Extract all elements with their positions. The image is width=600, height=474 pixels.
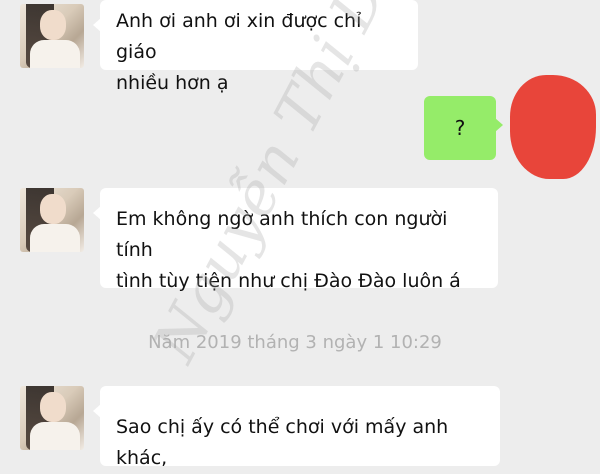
- message-text-line: Sao chị ấy có thể chơi với mấy anh khác,: [116, 416, 449, 469]
- avatar-face: [40, 194, 66, 224]
- redacted-avatar-overlay: [510, 75, 596, 179]
- avatar-clothing: [30, 224, 80, 252]
- message-text-line: tình tùy tiện như chị Đào Đào luôn á: [116, 270, 461, 292]
- message-text: ?: [454, 115, 466, 140]
- incoming-message-bubble[interactable]: Em không ngờ anh thích con người tính tì…: [93, 188, 498, 292]
- sender-avatar[interactable]: [20, 386, 84, 450]
- incoming-message-bubble[interactable]: Anh ơi anh ơi xin được chỉ giáo nhiều hơ…: [93, 0, 418, 94]
- message-text-line: nhiều hơn ạ: [116, 72, 229, 94]
- sender-avatar[interactable]: [20, 188, 84, 252]
- message-text-line: Anh ơi anh ơi xin được chỉ giáo: [116, 10, 362, 63]
- avatar-face: [40, 10, 66, 40]
- avatar-face: [40, 392, 66, 422]
- sender-avatar[interactable]: [20, 4, 84, 68]
- avatar-clothing: [30, 422, 80, 450]
- avatar-clothing: [30, 40, 80, 68]
- incoming-message-bubble[interactable]: Sao chị ấy có thể chơi với mấy anh khác,: [93, 386, 500, 469]
- chat-timestamp: Năm 2019 tháng 3 ngày 1 10:29: [148, 332, 442, 353]
- outgoing-message-bubble[interactable]: ?: [424, 96, 503, 160]
- message-text-line: Em không ngờ anh thích con người tính: [116, 208, 448, 261]
